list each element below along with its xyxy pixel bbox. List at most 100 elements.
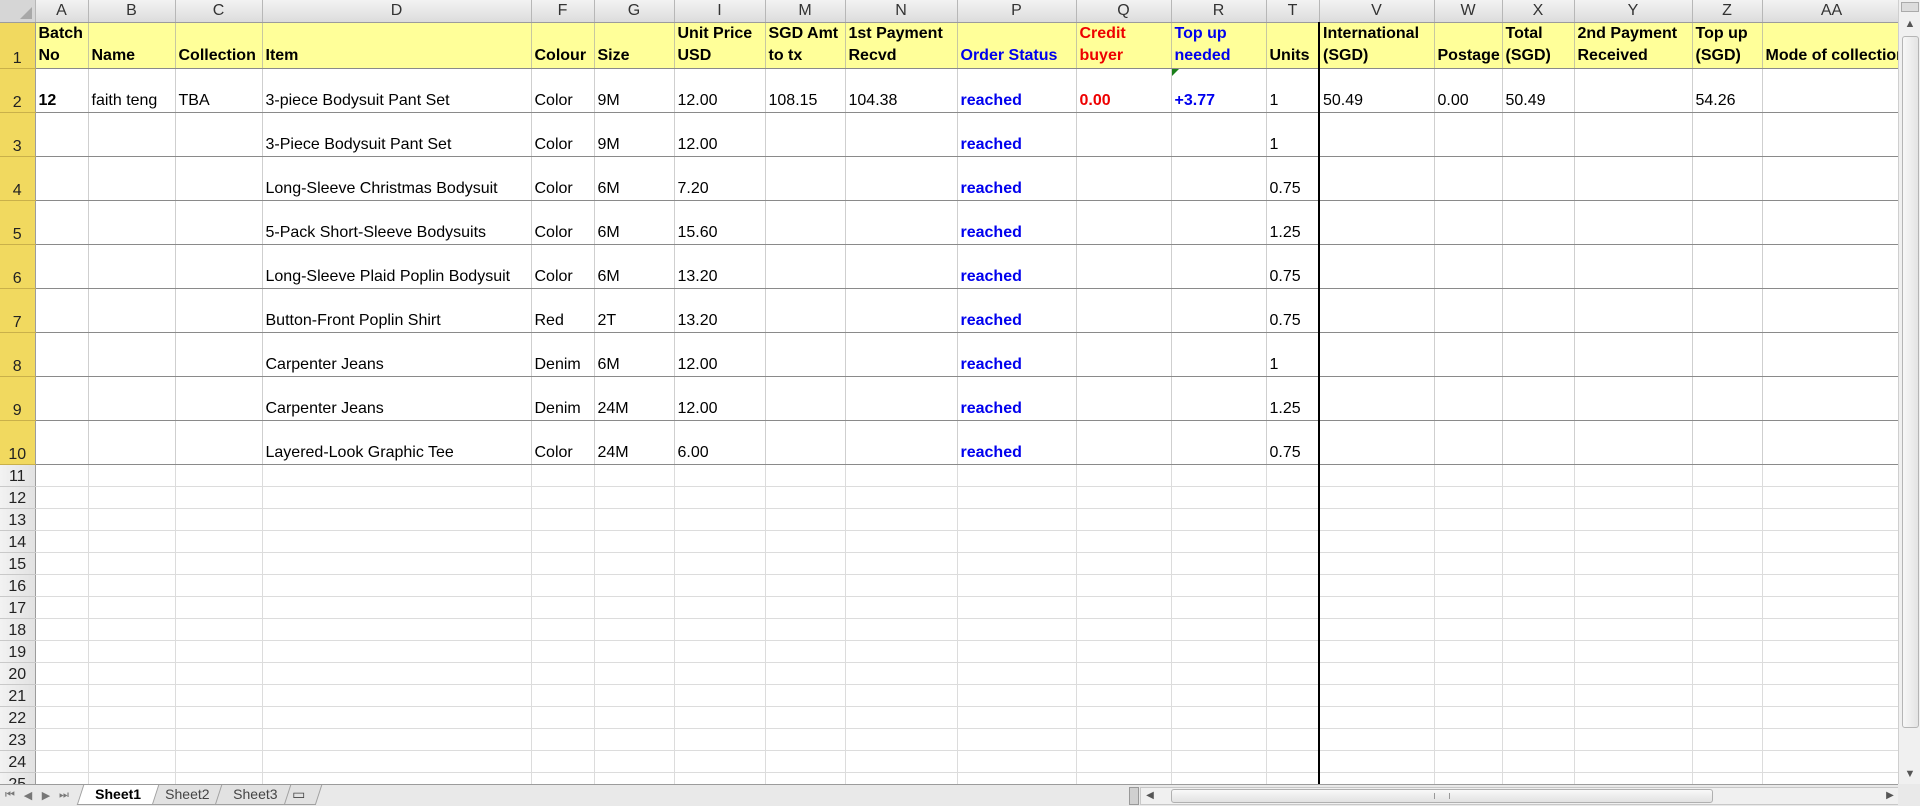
cell[interactable] [1319,156,1435,201]
first-sheet-icon[interactable]: ⏮ [4,789,16,802]
cell[interactable] [262,640,532,663]
cell[interactable] [957,684,1077,707]
cell[interactable] [1762,244,1898,289]
cell[interactable] [1762,332,1898,377]
last-sheet-icon[interactable]: ⏭ [58,789,70,802]
cell[interactable] [1319,288,1435,333]
row-header[interactable]: 17 [0,596,36,619]
cell[interactable]: 108.15 [765,68,846,113]
cell[interactable] [1692,750,1763,773]
row-header[interactable]: 25 [0,772,36,784]
cell[interactable]: 9M [594,112,675,157]
cell[interactable] [957,750,1077,773]
cell[interactable] [1692,618,1763,641]
cell[interactable] [35,420,89,465]
cell[interactable]: 24M [594,420,675,465]
cell[interactable] [845,288,958,333]
cell[interactable] [1502,596,1575,619]
cell[interactable] [88,684,176,707]
cell[interactable]: Color [531,68,595,113]
cell[interactable] [845,684,958,707]
cell[interactable] [1319,728,1435,751]
cell[interactable] [1319,662,1435,685]
header-cell[interactable]: Item [262,22,532,69]
cell[interactable] [1434,618,1503,641]
cell[interactable] [1266,486,1320,509]
cell[interactable] [845,420,958,465]
cell[interactable] [1319,200,1435,245]
cell[interactable] [594,662,675,685]
row-header[interactable]: 23 [0,728,36,751]
cell[interactable] [1502,288,1575,333]
row-header[interactable]: 21 [0,684,36,707]
cell[interactable]: Red [531,288,595,333]
cell[interactable] [1692,420,1763,465]
cell[interactable] [594,618,675,641]
cell[interactable] [1762,464,1898,487]
cell[interactable] [175,596,263,619]
cell[interactable] [175,552,263,575]
cell[interactable]: 12 [35,68,89,113]
cell[interactable] [1171,332,1267,377]
cell[interactable] [175,750,263,773]
cell[interactable] [1762,618,1898,641]
cell[interactable] [531,662,595,685]
cell[interactable]: 3-piece Bodysuit Pant Set [262,68,532,113]
cell[interactable] [845,530,958,553]
cell[interactable] [765,684,846,707]
cell[interactable] [594,772,675,784]
cell[interactable] [957,464,1077,487]
cell[interactable] [531,486,595,509]
cell[interactable] [1171,772,1267,784]
cell[interactable] [88,508,176,531]
cell[interactable] [1574,156,1693,201]
cell[interactable] [765,464,846,487]
cell[interactable] [1171,486,1267,509]
cell[interactable] [1171,376,1267,421]
cell[interactable] [1574,486,1693,509]
cell[interactable] [35,508,89,531]
cell[interactable] [88,420,176,465]
cell[interactable] [1692,662,1763,685]
cell[interactable] [1762,552,1898,575]
cell[interactable] [1692,112,1763,157]
cell[interactable] [88,640,176,663]
cell[interactable] [765,486,846,509]
cell[interactable] [1502,618,1575,641]
cell[interactable] [175,376,263,421]
cell[interactable]: Color [531,200,595,245]
cell[interactable] [1574,728,1693,751]
cell[interactable]: reached [957,420,1077,465]
cell[interactable]: 0.00 [1434,68,1503,113]
cell[interactable] [1762,684,1898,707]
cell[interactable] [594,552,675,575]
header-cell[interactable]: Total (SGD) [1502,22,1575,69]
column-header-n[interactable]: N [845,0,958,23]
cell[interactable] [1171,464,1267,487]
column-header-r[interactable]: R [1171,0,1267,23]
cell[interactable] [175,574,263,597]
cell[interactable] [1434,244,1503,289]
cell[interactable] [1076,486,1172,509]
cell[interactable] [1434,486,1503,509]
cell[interactable] [1076,750,1172,773]
cell[interactable] [35,662,89,685]
cell[interactable] [35,530,89,553]
cell[interactable] [1076,684,1172,707]
cell[interactable] [1574,530,1693,553]
cell[interactable] [1762,156,1898,201]
cell[interactable] [35,332,89,377]
cell[interactable] [175,464,263,487]
cell[interactable]: 0.75 [1266,420,1320,465]
cell[interactable] [845,552,958,575]
cell[interactable]: 50.49 [1502,68,1575,113]
cell[interactable] [765,640,846,663]
cell[interactable] [1319,706,1435,729]
cell[interactable] [594,486,675,509]
cell[interactable]: 104.38 [845,68,958,113]
cell[interactable] [262,750,532,773]
cell[interactable]: 0.75 [1266,288,1320,333]
cell[interactable] [1574,508,1693,531]
cell[interactable] [1171,112,1267,157]
cell[interactable] [175,772,263,784]
